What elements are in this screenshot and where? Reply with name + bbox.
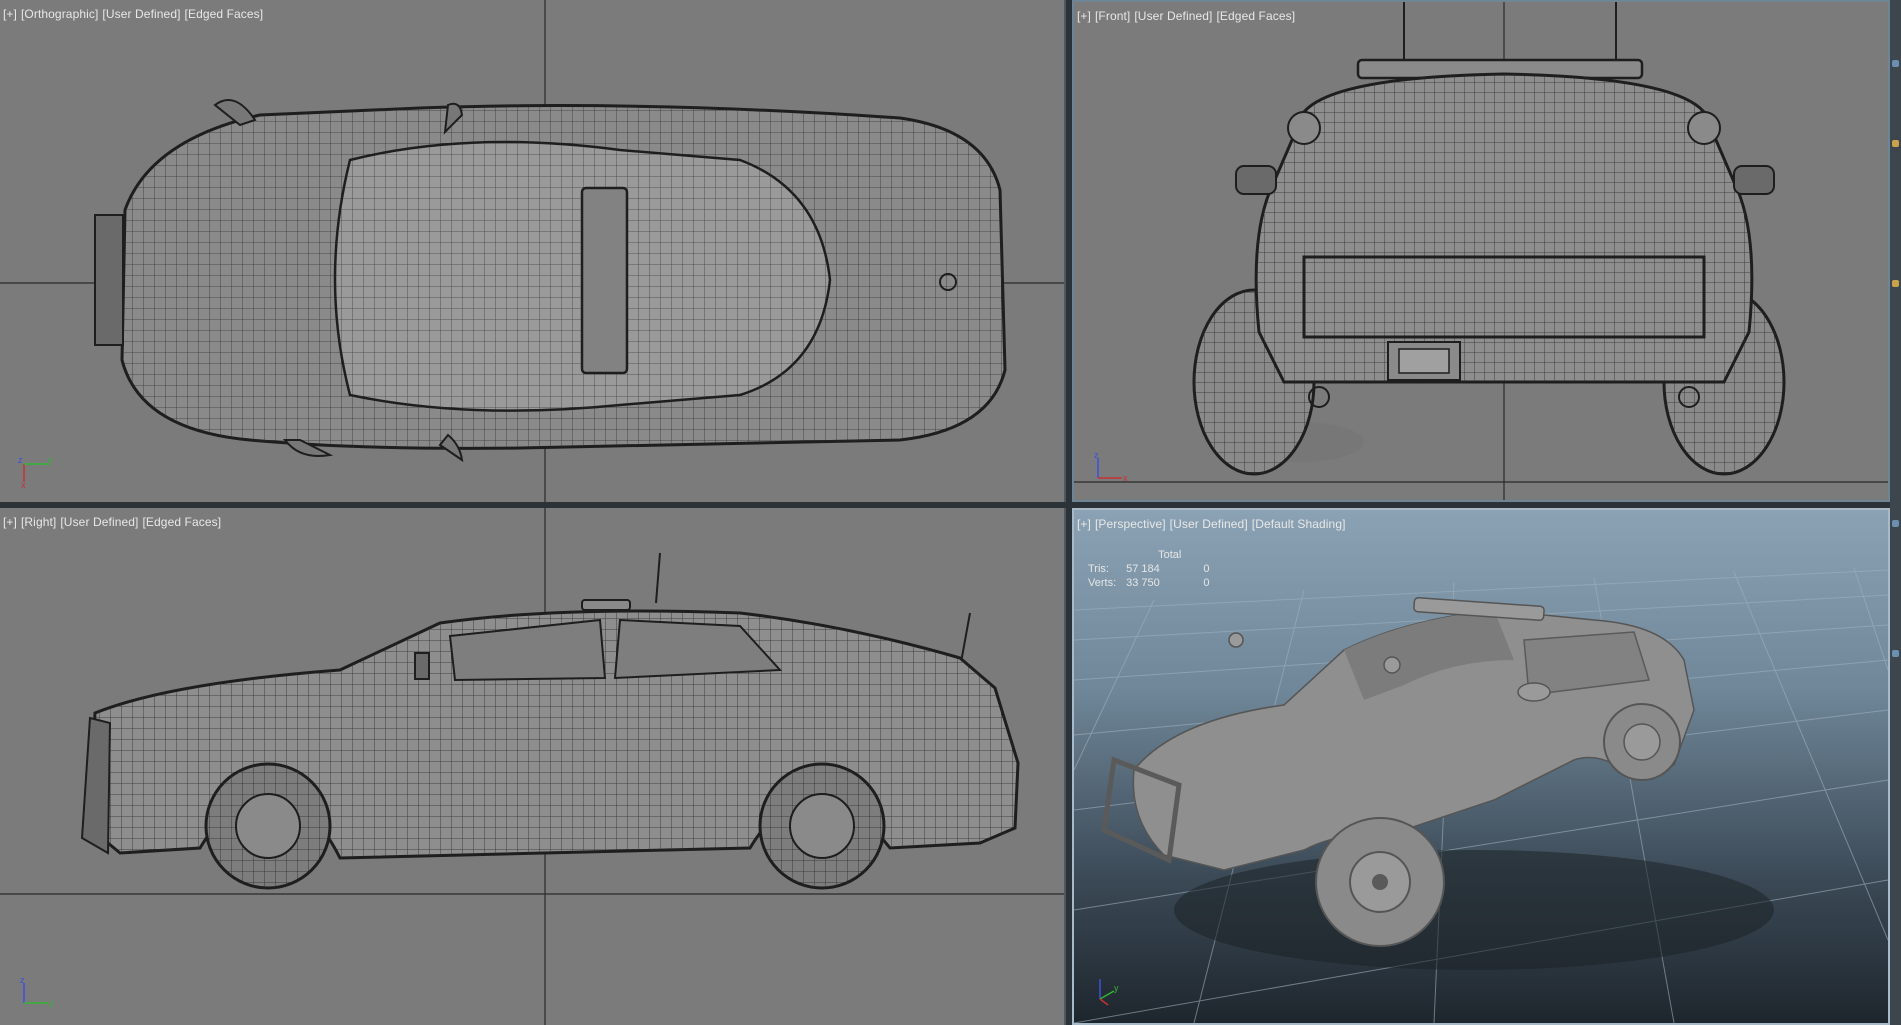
svg-text:x: x [1123,473,1128,483]
viewport-label[interactable]: [+] [Front] [User Defined] [Edged Faces] [1077,9,1299,23]
viewport-shading-menu[interactable]: [Default Shading] [1252,517,1346,531]
toolbar-icon[interactable] [1892,60,1899,67]
tris-selected: 0 [1203,563,1210,575]
viewport-label[interactable]: [+] [Perspective] [User Defined] [Default S… [1077,517,1350,531]
viewport-menu-plus[interactable]: [+] [1077,517,1091,531]
svg-text:z: z [18,455,23,465]
viewport-view-menu[interactable]: [Orthographic] [21,7,98,21]
viewport-view-menu[interactable]: [Right] [21,515,56,529]
svg-text:y: y [1114,983,1119,993]
viewport-camera-menu[interactable]: [User Defined] [102,7,180,21]
polygon-stats: Total Tris: 57 184 0 Verts: 33 750 0 [1088,548,1210,590]
car-front-wireframe [1074,2,1888,500]
tris-value: 57 184 [1126,563,1160,575]
viewport-view-menu[interactable]: [Front] [1095,9,1130,23]
stats-header: Total [1158,549,1182,561]
viewport-label[interactable]: [+] [Orthographic] [User Defined] [Edged Fa… [3,7,267,21]
viewport-label[interactable]: [+] [Right] [User Defined] [Edged Faces] [3,515,225,529]
axis-gizmo: z y x [18,452,58,488]
viewport-view-menu[interactable]: [Perspective] [1095,517,1166,531]
car-top-wireframe [0,0,1064,502]
viewport-shading-menu[interactable]: [Edged Faces] [142,515,221,529]
svg-text:y: y [48,455,53,465]
toolbar-icon[interactable] [1892,650,1899,657]
toolbar-icon[interactable] [1892,280,1899,287]
viewport-shading-menu[interactable]: [Edged Faces] [185,7,264,21]
svg-text:y: y [49,998,54,1008]
verts-selected: 0 [1203,577,1210,589]
axis-gizmo: y [1092,973,1132,1009]
tris-label: Tris: [1088,563,1109,575]
axis-gizmo: z x [1092,450,1132,486]
viewport-camera-menu[interactable]: [User Defined] [60,515,138,529]
svg-text:z: z [1094,450,1099,460]
viewport-right[interactable]: [+] [Right] [User Defined] [Edged Faces] z [0,508,1066,1025]
verts-label: Verts: [1088,577,1117,589]
viewport-orthographic-top[interactable]: [+] [Orthographic] [User Defined] [Edged Fa… [0,0,1066,502]
toolbar-icon[interactable] [1892,520,1899,527]
viewport-camera-menu[interactable]: [User Defined] [1134,9,1212,23]
car-side-wireframe [0,508,1064,1025]
verts-value: 33 750 [1126,577,1160,589]
svg-text:x: x [21,480,26,488]
viewport-menu-plus[interactable]: [+] [1077,9,1091,23]
command-panel-strip[interactable] [1890,0,1901,1025]
viewport-menu-plus[interactable]: [+] [3,7,17,21]
viewport-perspective[interactable]: [+] [Perspective] [User Defined] [Default S… [1072,508,1890,1025]
viewport-shading-menu[interactable]: [Edged Faces] [1216,9,1295,23]
axis-gizmo: z y [18,975,58,1011]
svg-text:z: z [20,975,25,985]
toolbar-icon[interactable] [1892,140,1899,147]
viewport-menu-plus[interactable]: [+] [3,515,17,529]
viewport-camera-menu[interactable]: [User Defined] [1170,517,1248,531]
viewport-front[interactable]: [+] [Front] [User Defined] [Edged Faces] [1072,0,1890,502]
